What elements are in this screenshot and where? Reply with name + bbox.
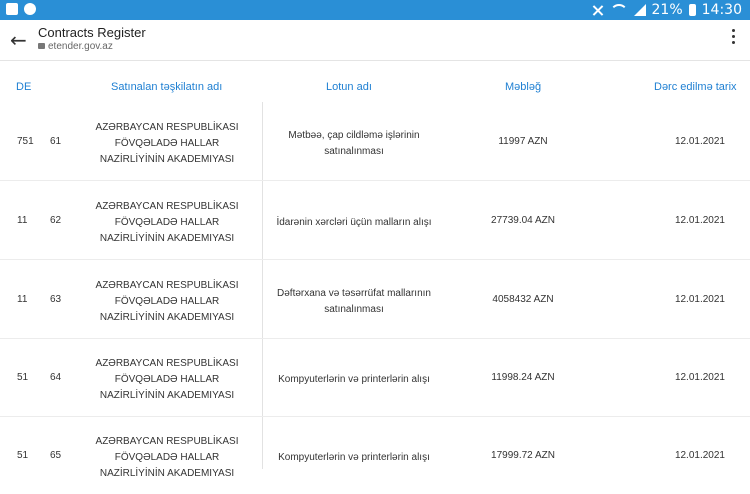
- mute-icon: [592, 4, 604, 16]
- wifi-icon: [609, 4, 628, 16]
- cell-organization: AZƏRBAYCAN RESPUBLİKASI FÖVQƏLADƏ HALLAR…: [95, 201, 239, 244]
- cell-number: 65: [50, 450, 62, 461]
- cell-date: 12.01.2021: [674, 294, 725, 305]
- cell-lot: Dəftərxana və təsərrüfat mallarının satı…: [277, 288, 431, 315]
- table-header: DE Satınalan təşkilatın adı Lotun adı Mə…: [0, 60, 750, 102]
- messenger-icon: [24, 3, 36, 15]
- cell-organization: AZƏRBAYCAN RESPUBLİKASI FÖVQƏLADƏ HALLAR…: [95, 122, 239, 165]
- app-bar: ← Contracts Register etender.gov.az: [0, 20, 750, 61]
- cell-code: 11: [17, 294, 28, 305]
- cell-organization: AZƏRBAYCAN RESPUBLİKASI FÖVQƏLADƏ HALLAR…: [95, 436, 239, 479]
- back-arrow-icon[interactable]: ←: [10, 28, 27, 52]
- column-header-amount[interactable]: Məbləğ: [505, 81, 541, 93]
- cell-lot: Mətbəə, çap cildləmə işlərinin satınalın…: [288, 130, 420, 157]
- cell-date: 12.01.2021: [674, 372, 725, 383]
- cell-number: 63: [50, 294, 62, 305]
- cell-date: 12.01.2021: [674, 215, 725, 226]
- url-text: etender.gov.az: [48, 41, 113, 52]
- cell-amount: 17999.72 AZN: [491, 450, 555, 461]
- cell-lot: İdarənin xərcləri üçün malların alışı: [276, 217, 432, 228]
- cell-organization: AZƏRBAYCAN RESPUBLİKASI FÖVQƏLADƏ HALLAR…: [95, 358, 239, 401]
- table-row[interactable]: 11 62 AZƏRBAYCAN RESPUBLİKASI FÖVQƏLADƏ …: [0, 181, 750, 260]
- cell-number: 64: [50, 372, 62, 383]
- column-header-lot[interactable]: Lotun adı: [326, 81, 372, 93]
- cell-lot: Kompyuterlərin və printerlərin alışı: [278, 374, 430, 385]
- cell-amount: 11997 AZN: [498, 136, 548, 147]
- battery-icon: [688, 4, 696, 16]
- cell-amount: 27739.04 AZN: [491, 215, 555, 226]
- table-row[interactable]: 751 61 AZƏRBAYCAN RESPUBLİKASI FÖVQƏLADƏ…: [0, 102, 750, 181]
- cell-organization: AZƏRBAYCAN RESPUBLİKASI FÖVQƏLADƏ HALLAR…: [95, 280, 239, 323]
- cell-amount: 11998.24 AZN: [491, 372, 555, 383]
- signal-icon: [633, 4, 646, 16]
- cell-date: 12.01.2021: [674, 450, 725, 461]
- page-title: Contracts Register: [38, 25, 146, 40]
- column-header-organization[interactable]: Satınalan təşkilatın adı: [111, 81, 222, 93]
- status-bar: 21% 14:30: [0, 0, 750, 20]
- column-header-date[interactable]: Dərc edilmə tarix: [654, 81, 737, 93]
- cell-lot: Kompyuterlərin və printerlərin alışı: [278, 452, 430, 463]
- table-row[interactable]: 51 64 AZƏRBAYCAN RESPUBLİKASI FÖVQƏLADƏ …: [0, 338, 750, 417]
- cell-amount: 4058432 AZN: [492, 294, 554, 305]
- cell-code: 751: [17, 136, 34, 147]
- lock-icon: [38, 43, 45, 49]
- cell-code: 51: [17, 450, 29, 461]
- cell-code: 51: [17, 372, 29, 383]
- cell-date: 12.01.2021: [674, 136, 725, 147]
- cell-number: 61: [50, 136, 62, 147]
- gallery-icon: [6, 3, 18, 15]
- url-label: etender.gov.az: [38, 41, 113, 52]
- contracts-table: DE Satınalan təşkilatın adı Lotun adı Mə…: [0, 60, 750, 479]
- overflow-menu-icon[interactable]: [732, 29, 736, 47]
- battery-percent: 21%: [651, 2, 683, 18]
- table-row[interactable]: 11 63 AZƏRBAYCAN RESPUBLİKASI FÖVQƏLADƏ …: [0, 260, 750, 339]
- cell-code: 11: [17, 215, 28, 226]
- table-row[interactable]: 51 65 AZƏRBAYCAN RESPUBLİKASI FÖVQƏLADƏ …: [0, 416, 750, 494]
- column-header-code[interactable]: DE: [16, 81, 31, 93]
- clock: 14:30: [701, 2, 742, 18]
- cell-number: 62: [50, 215, 62, 226]
